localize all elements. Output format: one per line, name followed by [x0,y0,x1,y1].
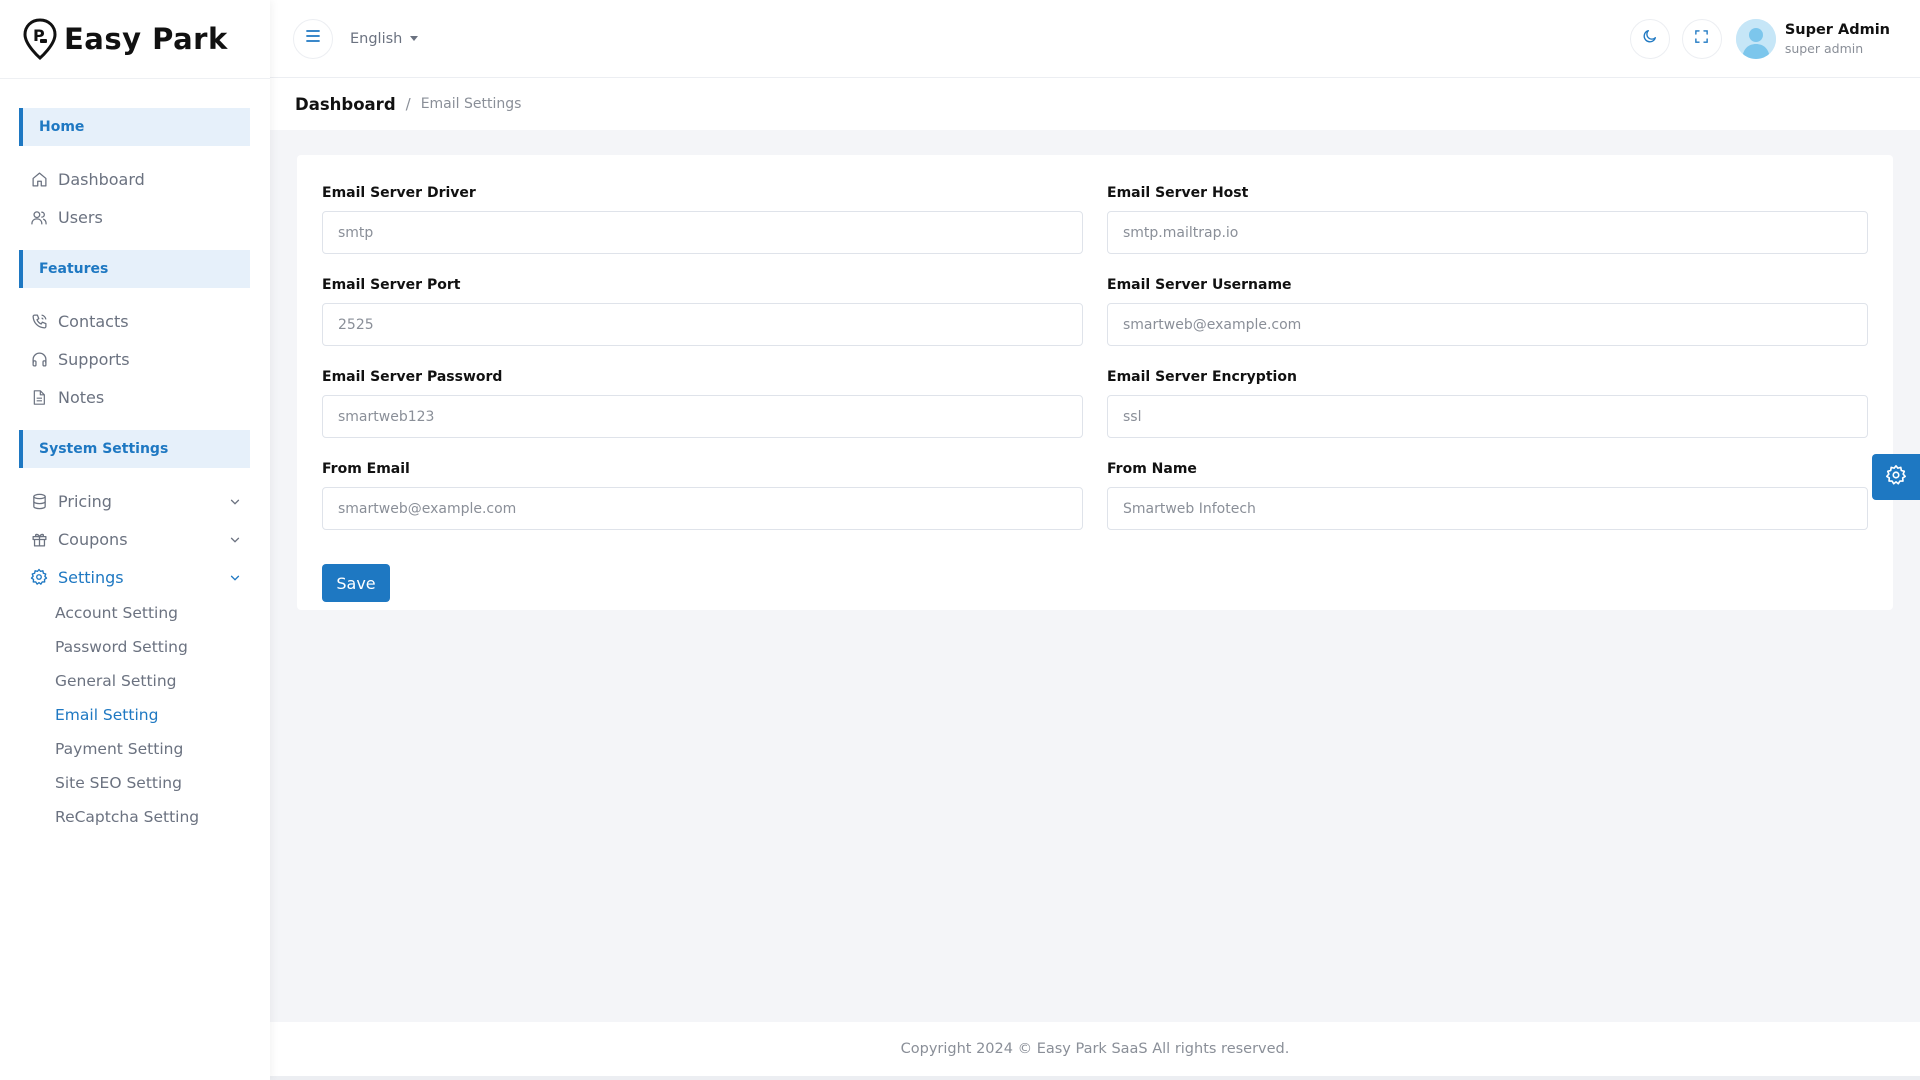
customizer-toggle-button[interactable] [1872,454,1920,500]
chevron-down-icon[interactable] [228,570,242,584]
sidebar-section-home: Home [19,108,250,146]
email-server-password-input[interactable] [322,395,1083,438]
moon-icon [1642,28,1658,49]
email-server-host-input[interactable] [1107,211,1868,254]
phone-icon [29,311,49,331]
field-label: Email Server Port [322,276,461,293]
gift-icon [29,529,49,549]
field-email-server-username: Email Server Username [1107,272,1868,364]
email-settings-form: Email Server Driver Email Server Host Em… [322,180,1868,548]
sidebar-item-notes[interactable]: Notes [0,378,270,416]
field-from-name: From Name [1107,456,1868,548]
breadcrumb-separator: / [405,95,411,113]
sidebar: P Easy Park Home Dashboard Users Feature… [0,0,270,1080]
field-label: Email Server Host [1107,184,1249,201]
sidebar-item-label: Settings [58,567,124,587]
breadcrumb: Dashboard / Email Settings [270,78,1920,130]
chevron-down-icon[interactable] [228,494,242,508]
sidebar-item-label: Coupons [58,529,128,549]
sidebar-item-settings[interactable]: Settings [0,558,270,596]
top-header: English Super Admin super admin [270,0,1920,78]
sidebar-item-label: Users [58,207,103,227]
sidebar-subitem-account-setting[interactable]: Account Setting [0,596,270,630]
parking-pin-icon: P [22,17,58,61]
sidebar-item-users[interactable]: Users [0,198,270,236]
from-email-input[interactable] [322,487,1083,530]
sidebar-subitem-payment-setting[interactable]: Payment Setting [0,732,270,766]
file-text-icon [29,387,49,407]
hamburger-icon [305,29,321,48]
sidebar-nav: Home Dashboard Users Features Contacts S… [0,79,270,834]
user-name: Super Admin [1784,21,1890,38]
field-email-server-driver: Email Server Driver [322,180,1083,272]
sidebar-item-pricing[interactable]: Pricing [0,482,270,520]
fullscreen-button[interactable] [1681,18,1722,59]
sidebar-section-system-settings: System Settings [19,430,250,468]
language-label: English [350,30,403,47]
gear-icon [1885,464,1907,491]
from-name-input[interactable] [1107,487,1868,530]
user-role: super admin [1784,40,1864,56]
settings-submenu: Account Setting Password Setting General… [0,596,270,834]
field-label: Email Server Password [322,368,503,385]
footer-divider [270,1076,1920,1080]
field-email-server-host: Email Server Host [1107,180,1868,272]
copyright-text: Copyright 2024 © Easy Park SaaS All righ… [900,1041,1290,1057]
sidebar-subitem-password-setting[interactable]: Password Setting [0,630,270,664]
headphones-icon [29,349,49,369]
home-icon [29,169,49,189]
field-label: Email Server Username [1107,276,1292,293]
sidebar-item-contacts[interactable]: Contacts [0,302,270,340]
save-button[interactable]: Save [322,564,390,602]
avatar[interactable] [1735,18,1776,59]
email-server-encryption-input[interactable] [1107,395,1868,438]
caret-down-icon [410,36,419,41]
breadcrumb-root-link[interactable]: Dashboard [295,95,396,114]
gear-icon [29,567,49,587]
sidebar-item-coupons[interactable]: Coupons [0,520,270,558]
field-from-email: From Email [322,456,1083,548]
sidebar-subitem-email-setting[interactable]: Email Setting [0,698,270,732]
users-icon [29,207,49,227]
brand-name: Easy Park [64,22,228,56]
dark-mode-toggle[interactable] [1629,18,1670,59]
menu-toggle-button[interactable] [293,18,333,59]
sidebar-section-features: Features [19,250,250,288]
sidebar-item-label: Dashboard [58,169,145,189]
email-server-port-input[interactable] [322,303,1083,346]
sidebar-subitem-recaptcha-setting[interactable]: ReCaptcha Setting [0,800,270,834]
sidebar-item-label: Supports [58,349,130,369]
sidebar-item-supports[interactable]: Supports [0,340,270,378]
sidebar-subitem-site-seo-setting[interactable]: Site SEO Setting [0,766,270,800]
email-settings-card: Email Server Driver Email Server Host Em… [297,155,1893,610]
database-icon [29,491,49,511]
field-label: From Name [1107,460,1197,477]
brand-logo[interactable]: P Easy Park [0,0,270,79]
sidebar-item-label: Notes [58,387,105,407]
sidebar-subitem-general-setting[interactable]: General Setting [0,664,270,698]
sidebar-item-label: Contacts [58,311,129,331]
footer: Copyright 2024 © Easy Park SaaS All righ… [270,1022,1920,1076]
sidebar-item-label: Pricing [58,491,112,511]
email-server-driver-input[interactable] [322,211,1083,254]
email-server-username-input[interactable] [1107,303,1868,346]
sidebar-item-dashboard[interactable]: Dashboard [0,160,270,198]
breadcrumb-current: Email Settings [420,96,522,112]
field-label: Email Server Encryption [1107,368,1297,385]
fullscreen-icon [1694,29,1709,49]
user-info[interactable]: Super Admin super admin [1785,22,1890,56]
field-email-server-encryption: Email Server Encryption [1107,364,1868,456]
language-selector[interactable]: English [350,30,419,47]
header-actions: Super Admin super admin [1618,18,1920,59]
chevron-down-icon[interactable] [228,532,242,546]
field-label: Email Server Driver [322,184,476,201]
field-label: From Email [322,460,410,477]
field-email-server-password: Email Server Password [322,364,1083,456]
field-email-server-port: Email Server Port [322,272,1083,364]
